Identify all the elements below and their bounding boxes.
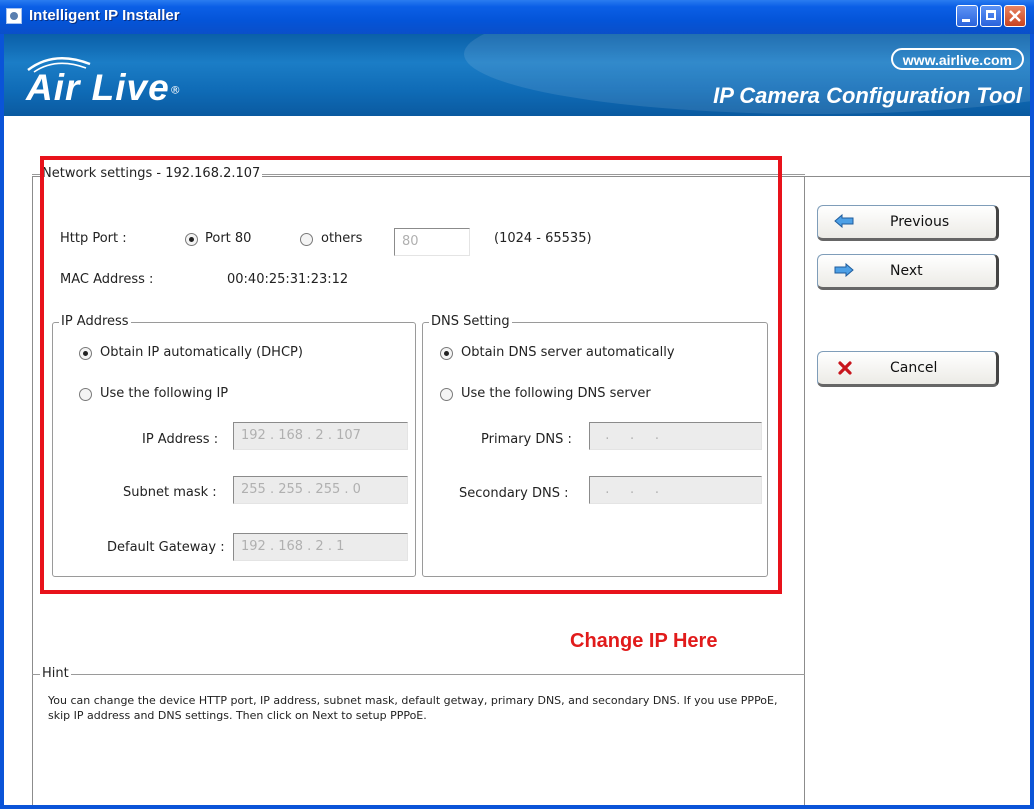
hint-divider [32, 674, 805, 675]
ip-address-field[interactable]: 192 . 168 . 2 . 107 [233, 422, 408, 450]
previous-label: Previous [890, 214, 950, 230]
previous-button[interactable]: Previous [817, 205, 999, 241]
hint-title: Hint [40, 666, 71, 681]
mac-address-value: 00:40:25:31:23:12 [227, 272, 349, 287]
ip-address-group-title: IP Address [59, 314, 131, 329]
primary-dns-label: Primary DNS : [481, 432, 572, 447]
website-url: www.airlive.com [890, 48, 1024, 70]
dns-auto-radio[interactable] [440, 347, 453, 360]
change-ip-annotation: Change IP Here [570, 630, 718, 652]
subnet-mask-label: Subnet mask : [123, 485, 217, 500]
secondary-dns-field[interactable]: . . . [589, 476, 762, 504]
port80-radio[interactable] [185, 233, 198, 246]
title-bar[interactable]: Intelligent IP Installer [0, 0, 1034, 34]
http-port-label: Http Port : [60, 231, 127, 246]
registered-mark: ® [169, 83, 181, 97]
dns-setting-group-title: DNS Setting [429, 314, 512, 329]
cancel-button[interactable]: Cancel [817, 351, 999, 387]
logo-text: Air Live [26, 67, 170, 108]
hint-text: You can change the device HTTP port, IP … [48, 694, 778, 722]
next-label: Next [890, 263, 923, 279]
arrow-right-icon [834, 263, 854, 277]
subnet-mask-field[interactable]: 255 . 255 . 255 . 0 [233, 476, 408, 504]
window-title: Intelligent IP Installer [29, 7, 180, 24]
next-button[interactable]: Next [817, 254, 999, 290]
default-gateway-label: Default Gateway : [107, 540, 225, 555]
static-ip-radio[interactable] [79, 388, 92, 401]
airlive-logo: Air Live® [26, 67, 181, 109]
ip-address-label: IP Address : [142, 432, 219, 447]
cancel-x-icon [838, 361, 852, 375]
dns-manual-label[interactable]: Use the following DNS server [461, 386, 651, 401]
default-gateway-field[interactable]: 192 . 168 . 2 . 1 [233, 533, 408, 561]
dns-auto-label[interactable]: Obtain DNS server automatically [461, 345, 675, 360]
minimize-icon[interactable] [956, 5, 978, 27]
maximize-icon[interactable] [980, 5, 1002, 27]
dns-manual-radio[interactable] [440, 388, 453, 401]
cancel-label: Cancel [890, 360, 938, 376]
others-port-label[interactable]: others [321, 231, 362, 246]
arrow-left-icon [834, 214, 854, 228]
network-settings-title: Network settings - 192.168.2.107 [40, 166, 263, 181]
primary-dns-field[interactable]: . . . [589, 422, 762, 450]
port80-label[interactable]: Port 80 [205, 231, 251, 246]
header-banner: Air Live® www.airlive.com IP Camera Conf… [4, 34, 1030, 116]
static-ip-label[interactable]: Use the following IP [100, 386, 228, 401]
port-input[interactable]: 80 [394, 228, 470, 256]
dhcp-label[interactable]: Obtain IP automatically (DHCP) [100, 345, 303, 360]
port-range-label: (1024 - 65535) [494, 231, 592, 246]
secondary-dns-label: Secondary DNS : [459, 486, 569, 501]
dhcp-radio[interactable] [79, 347, 92, 360]
close-icon[interactable] [1004, 5, 1026, 27]
mac-address-label: MAC Address : [60, 272, 154, 287]
app-window: Intelligent IP Installer Air Live® www.a… [0, 0, 1034, 809]
others-port-radio[interactable] [300, 233, 313, 246]
tool-title: IP Camera Configuration Tool [713, 83, 1022, 108]
app-icon [6, 8, 22, 24]
